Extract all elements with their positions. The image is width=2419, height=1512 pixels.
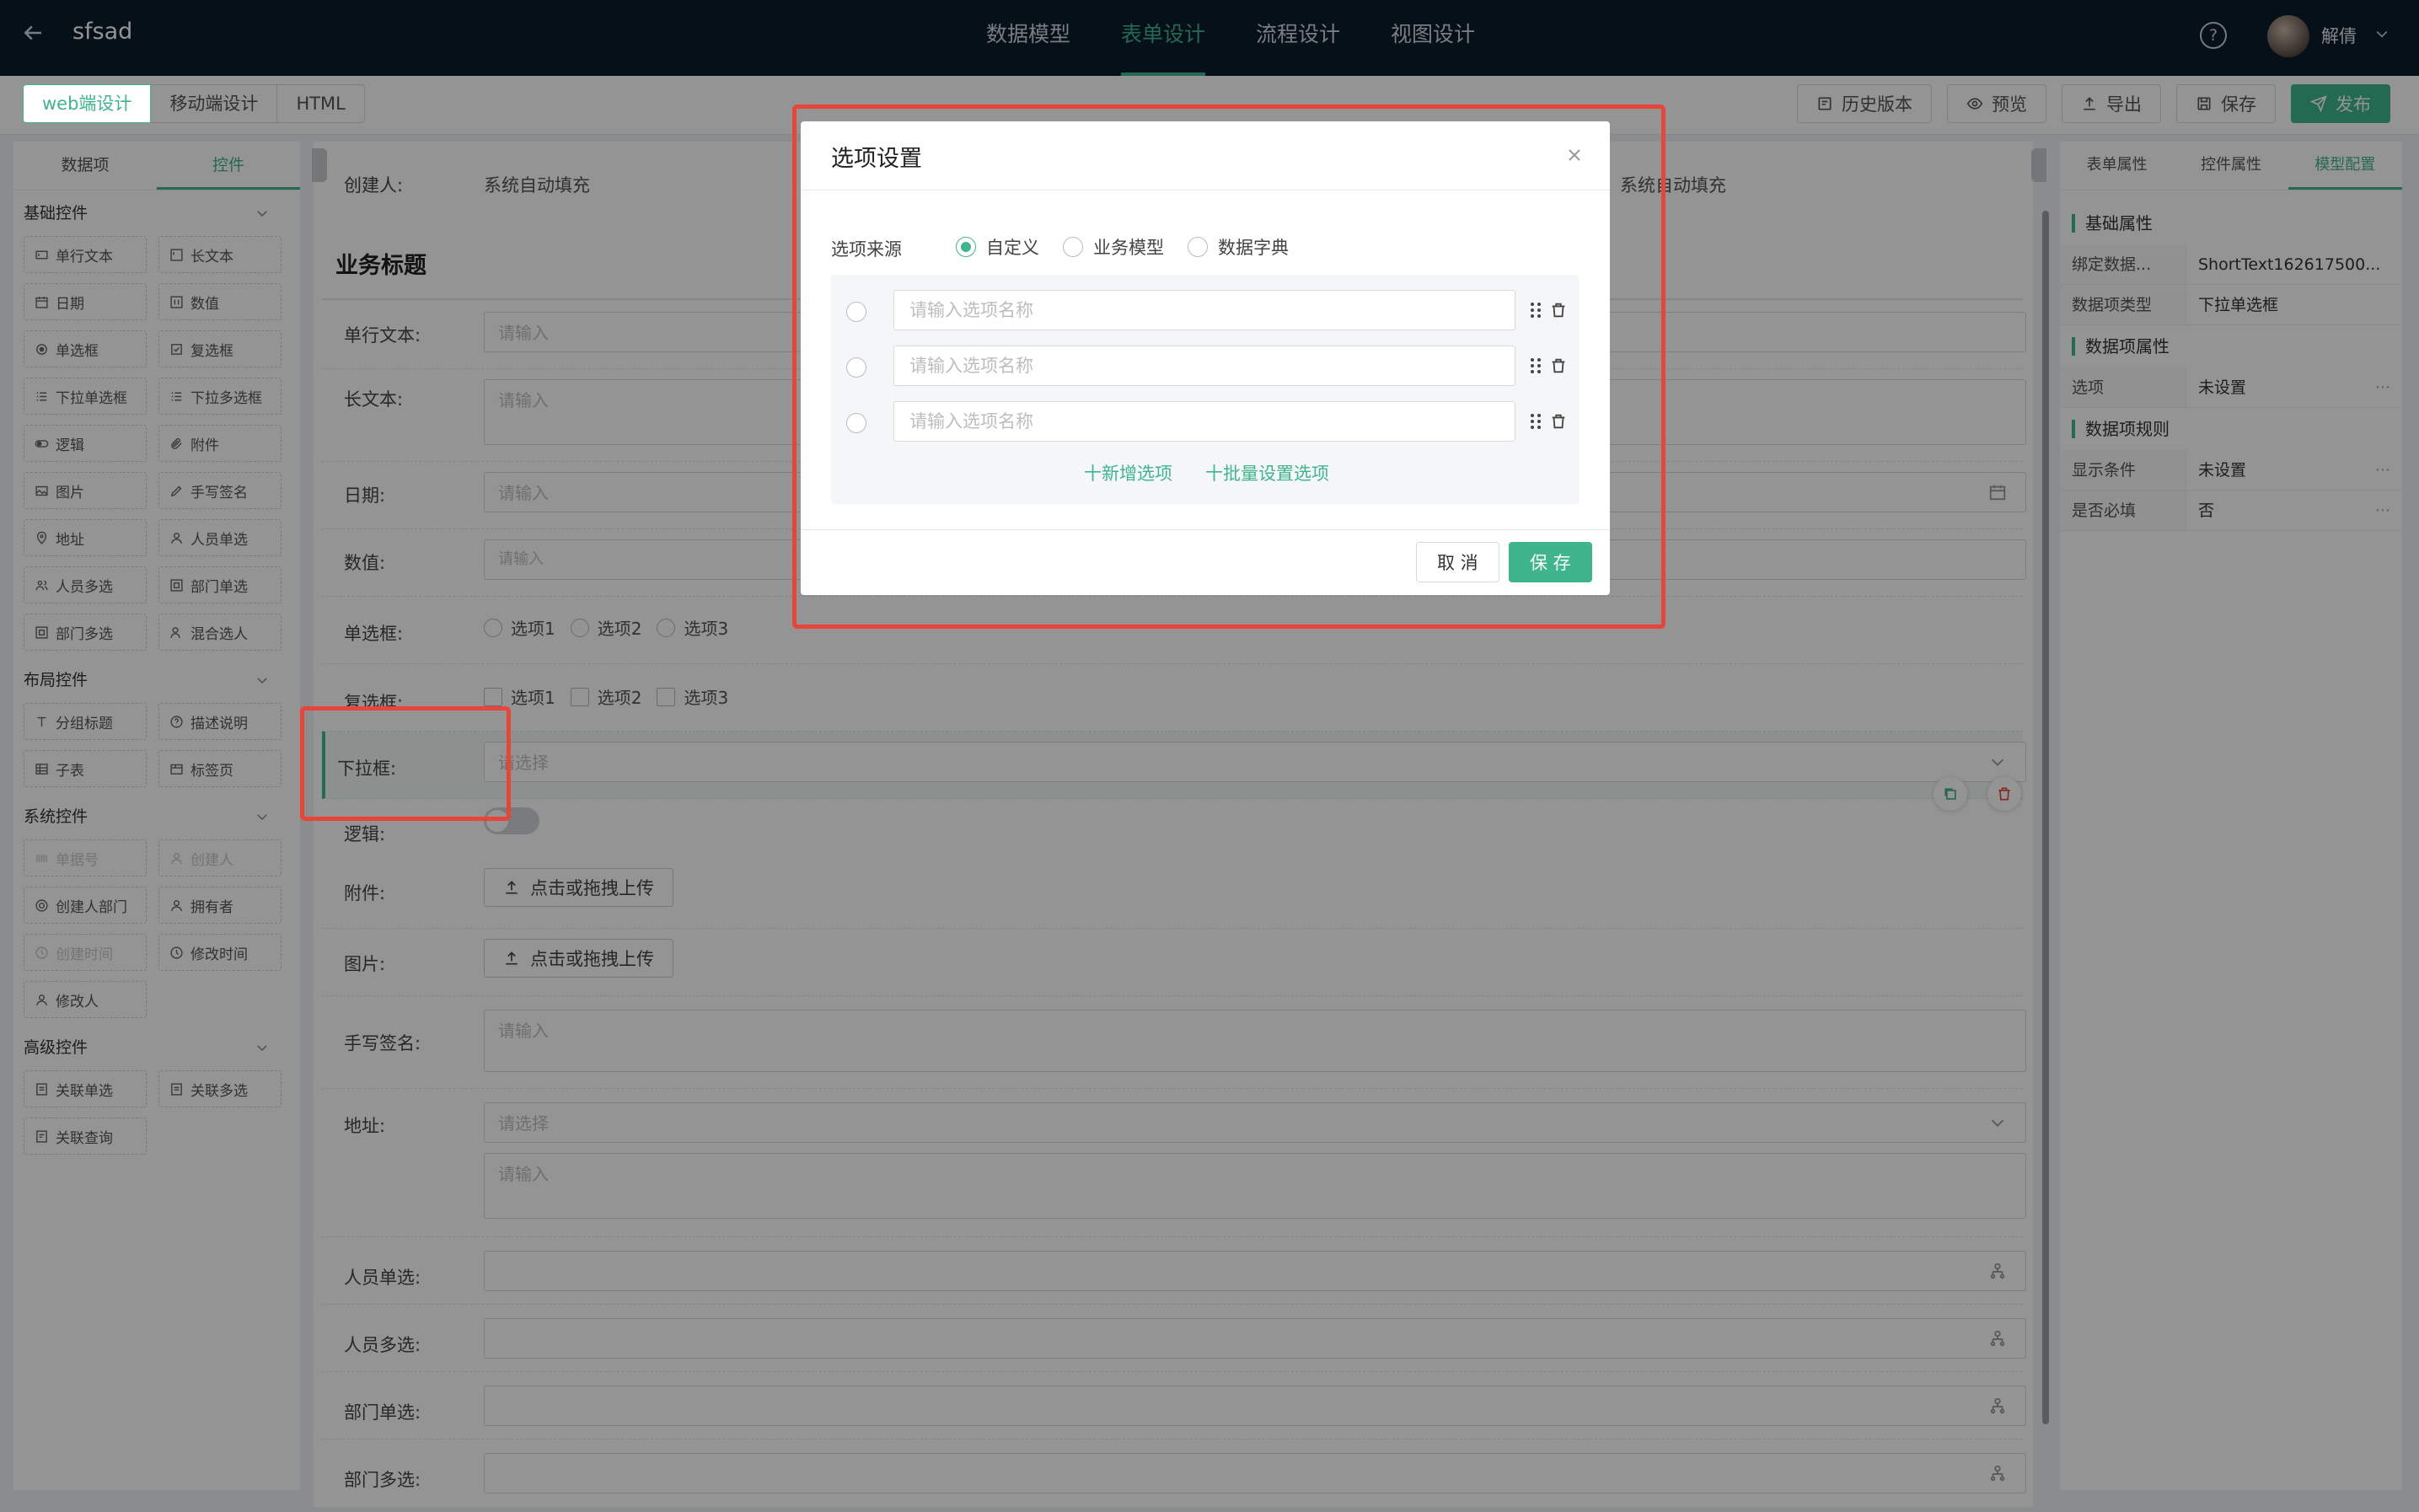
web-design-button[interactable]: web端设计 [23, 84, 152, 123]
highlight-box-dialog [792, 105, 1665, 629]
highlight-box-dropdown [300, 706, 511, 821]
